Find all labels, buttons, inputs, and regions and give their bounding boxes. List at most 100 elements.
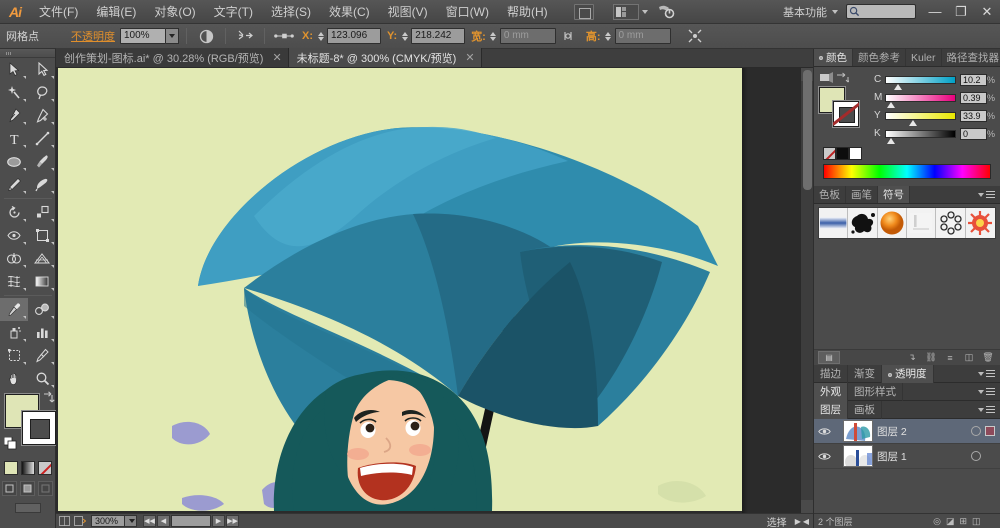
slider-value-c[interactable]: 10.2 <box>960 73 987 86</box>
draw-normal-icon[interactable] <box>2 481 17 496</box>
selection-tool[interactable] <box>0 58 28 81</box>
symbol-red-bloom[interactable] <box>965 208 995 238</box>
menu-select[interactable]: 选择(S) <box>262 0 320 24</box>
mesh-tool[interactable] <box>0 270 28 293</box>
magic-wand-tool[interactable] <box>0 81 28 104</box>
column-graph-tool[interactable] <box>28 321 56 344</box>
symbol-new-icon[interactable]: ◫ <box>961 351 977 364</box>
symbol-white-ribbon[interactable] <box>907 208 937 238</box>
symbols-panel-menu-icon[interactable] <box>970 186 1000 203</box>
y-stepper[interactable] <box>400 28 409 44</box>
status-prev-icon[interactable]: ▶ <box>795 517 801 526</box>
zoom-tool[interactable] <box>28 367 56 390</box>
tab-swatches[interactable]: 色板 <box>814 186 846 203</box>
tab-artboards[interactable]: 画板 <box>848 400 882 419</box>
screen-mode-toggle[interactable] <box>0 503 55 513</box>
transparency-icon[interactable] <box>196 26 216 46</box>
x-stepper[interactable] <box>316 28 325 44</box>
color-mixer-icon[interactable] <box>820 72 833 83</box>
swatch-none[interactable] <box>823 147 836 160</box>
swap-fill-stroke-icon[interactable] <box>41 391 55 405</box>
status-next-icon[interactable]: ◀ <box>803 517 809 526</box>
swatch-white[interactable] <box>849 147 862 160</box>
layers-panel-menu-icon[interactable] <box>970 406 1000 413</box>
scroll-down-icon[interactable] <box>801 500 813 513</box>
x-input[interactable]: 123.096 <box>327 28 381 44</box>
slider-track-c[interactable] <box>885 75 956 90</box>
scrollbar-thumb[interactable] <box>803 70 812 190</box>
menu-type[interactable]: 文字(T) <box>205 0 262 24</box>
document-setup-icon[interactable] <box>573 3 594 20</box>
anchor-point-convert-icon[interactable] <box>235 26 255 46</box>
hand-tool[interactable] <box>0 367 28 390</box>
line-segment-tool[interactable] <box>28 127 56 150</box>
layer-1-name[interactable]: 图层 1 <box>877 449 971 464</box>
layer-1-target-icon[interactable] <box>971 451 981 461</box>
w-input[interactable]: 0 mm <box>499 28 556 44</box>
ellipse-tool[interactable] <box>0 150 28 173</box>
type-tool[interactable]: T <box>0 127 28 150</box>
menu-help[interactable]: 帮助(H) <box>498 0 557 24</box>
lasso-tool[interactable] <box>28 81 56 104</box>
dock-resize-corner[interactable] <box>986 514 1000 528</box>
direct-selection-tool[interactable] <box>28 58 56 81</box>
paintbrush-tool[interactable] <box>28 150 56 173</box>
tab-layers[interactable]: 图层 <box>814 400 848 419</box>
default-fill-stroke-icon[interactable] <box>4 437 17 450</box>
color-mode-gradient[interactable] <box>20 461 35 475</box>
shape-builder-tool[interactable] <box>0 247 28 270</box>
arrange-chevron-down-icon[interactable] <box>641 9 648 14</box>
add-anchor-point-tool[interactable] <box>28 104 56 127</box>
lock-aspect-ratio-icon[interactable] <box>558 26 578 46</box>
symbol-orange-sphere[interactable] <box>877 208 908 238</box>
color-mode-color[interactable] <box>3 461 18 475</box>
artboard-tool[interactable] <box>0 344 28 367</box>
symbol-sprayer-tool[interactable] <box>0 321 28 344</box>
layer-1-visibility-icon[interactable] <box>815 444 833 469</box>
symbol-libraries-icon[interactable]: ▤ <box>818 351 840 364</box>
layer-row-2[interactable]: 图层 2 <box>814 419 1000 444</box>
menu-effect[interactable]: 效果(C) <box>320 0 379 24</box>
slider-track-m[interactable] <box>885 93 956 108</box>
tab-symbols[interactable]: 符号 <box>878 186 910 203</box>
search-input[interactable] <box>846 4 916 19</box>
tools-panel-grip[interactable] <box>0 49 55 58</box>
menu-object[interactable]: 对象(O) <box>145 0 204 24</box>
opacity-field-group[interactable]: 100% <box>120 28 179 44</box>
canvas-vertical-scrollbar[interactable] <box>800 68 813 513</box>
tab-color[interactable]: 颜色 <box>814 49 853 66</box>
transparency-panel-menu-icon[interactable] <box>970 370 1000 377</box>
draw-inside-icon[interactable] <box>38 481 53 496</box>
tab-kuler[interactable]: Kuler <box>906 49 942 66</box>
width-tool[interactable] <box>0 224 28 247</box>
layer-2-target-icon[interactable] <box>971 426 981 436</box>
layer-2-name[interactable]: 图层 2 <box>877 424 971 439</box>
opacity-chevron-down-icon[interactable] <box>166 28 179 44</box>
workspace-chevron-down-icon[interactable] <box>832 9 838 14</box>
blend-tool[interactable] <box>28 298 56 321</box>
tab-graphic-styles[interactable]: 图形样式 <box>848 382 903 401</box>
zoom-level-input[interactable]: 300% <box>91 515 125 527</box>
appearance-panel-menu-icon[interactable] <box>970 388 1000 395</box>
slider-value-k[interactable]: 0 <box>960 127 987 140</box>
bridge-icon[interactable] <box>656 3 678 21</box>
workspace-label[interactable]: 基本功能 <box>783 4 827 20</box>
status-artboard-icon[interactable] <box>72 514 88 528</box>
opacity-input[interactable]: 100% <box>120 28 166 44</box>
slider-value-m[interactable]: 0.39 <box>960 91 987 104</box>
symbol-options-icon[interactable]: ≡ <box>942 351 958 364</box>
opacity-label[interactable]: 不透明度 <box>71 28 115 44</box>
symbol-delete-icon[interactable]: 🗑 <box>980 351 996 364</box>
tab-gradient[interactable]: 渐变 <box>848 364 882 383</box>
zoom-chevron-down-icon[interactable] <box>125 515 137 527</box>
restore-button[interactable]: ❐ <box>948 0 974 24</box>
slider-value-y[interactable]: 33.9 <box>960 109 987 122</box>
stroke-swatch[interactable] <box>22 411 56 445</box>
y-input[interactable]: 218.242 <box>411 28 466 44</box>
canvas-area[interactable] <box>56 68 813 513</box>
layers-new-sublayer-icon[interactable]: ⊞ <box>960 516 968 527</box>
color-spectrum-bar[interactable] <box>823 164 991 179</box>
anchor-point-handles-icon[interactable] <box>274 26 294 46</box>
pen-tool[interactable] <box>0 104 28 127</box>
menu-view[interactable]: 视图(V) <box>379 0 437 24</box>
